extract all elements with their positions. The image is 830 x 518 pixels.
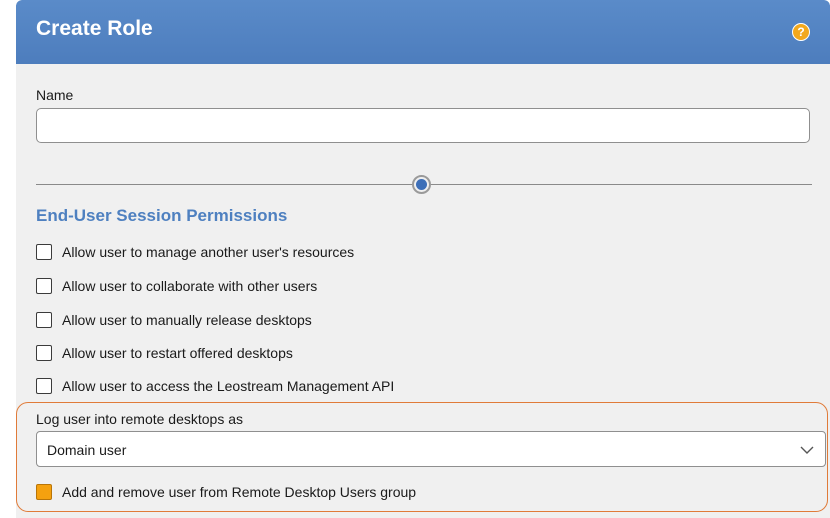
permission-checkbox[interactable] xyxy=(36,378,52,394)
permission-release-desktops[interactable]: Allow user to manually release desktops xyxy=(36,310,312,330)
name-input[interactable] xyxy=(36,108,810,143)
permission-label: Allow user to collaborate with other use… xyxy=(62,278,318,294)
page-title: Create Role xyxy=(36,17,153,40)
remote-desktop-users-group-option[interactable]: Add and remove user from Remote Desktop … xyxy=(36,482,416,502)
permission-manage-resources[interactable]: Allow user to manage another user's reso… xyxy=(36,242,354,262)
permission-label: Allow user to restart offered desktops xyxy=(62,345,293,361)
permission-label: Allow user to manage another user's reso… xyxy=(62,244,355,260)
remote-login-label: Log user into remote desktops as xyxy=(36,411,244,427)
remote-login-select[interactable]: Domain user xyxy=(36,431,826,467)
panel-header: Create Role ? xyxy=(16,0,830,64)
permission-checkbox[interactable] xyxy=(36,244,52,260)
radio-knob-icon[interactable] xyxy=(412,175,431,194)
permission-checkbox[interactable] xyxy=(36,345,52,361)
help-icon[interactable]: ? xyxy=(792,23,810,41)
permission-management-api[interactable]: Allow user to access the Leostream Manag… xyxy=(36,376,394,396)
group-checkbox[interactable] xyxy=(36,484,52,500)
group-option-label: Add and remove user from Remote Desktop … xyxy=(62,484,417,500)
permission-checkbox[interactable] xyxy=(36,278,52,294)
permission-restart-desktops[interactable]: Allow user to restart offered desktops xyxy=(36,343,293,363)
permission-checkbox[interactable] xyxy=(36,312,52,328)
permission-collaborate[interactable]: Allow user to collaborate with other use… xyxy=(36,276,317,296)
permission-label: Allow user to manually release desktops xyxy=(62,312,312,328)
section-title: End-User Session Permissions xyxy=(36,206,288,225)
chevron-down-icon xyxy=(800,446,814,454)
create-role-panel: Create Role ? Name End-User Session Perm… xyxy=(16,0,830,518)
permission-label: Allow user to access the Leostream Manag… xyxy=(62,378,395,394)
name-label: Name xyxy=(36,87,74,103)
remote-login-selected-value: Domain user xyxy=(47,442,127,458)
